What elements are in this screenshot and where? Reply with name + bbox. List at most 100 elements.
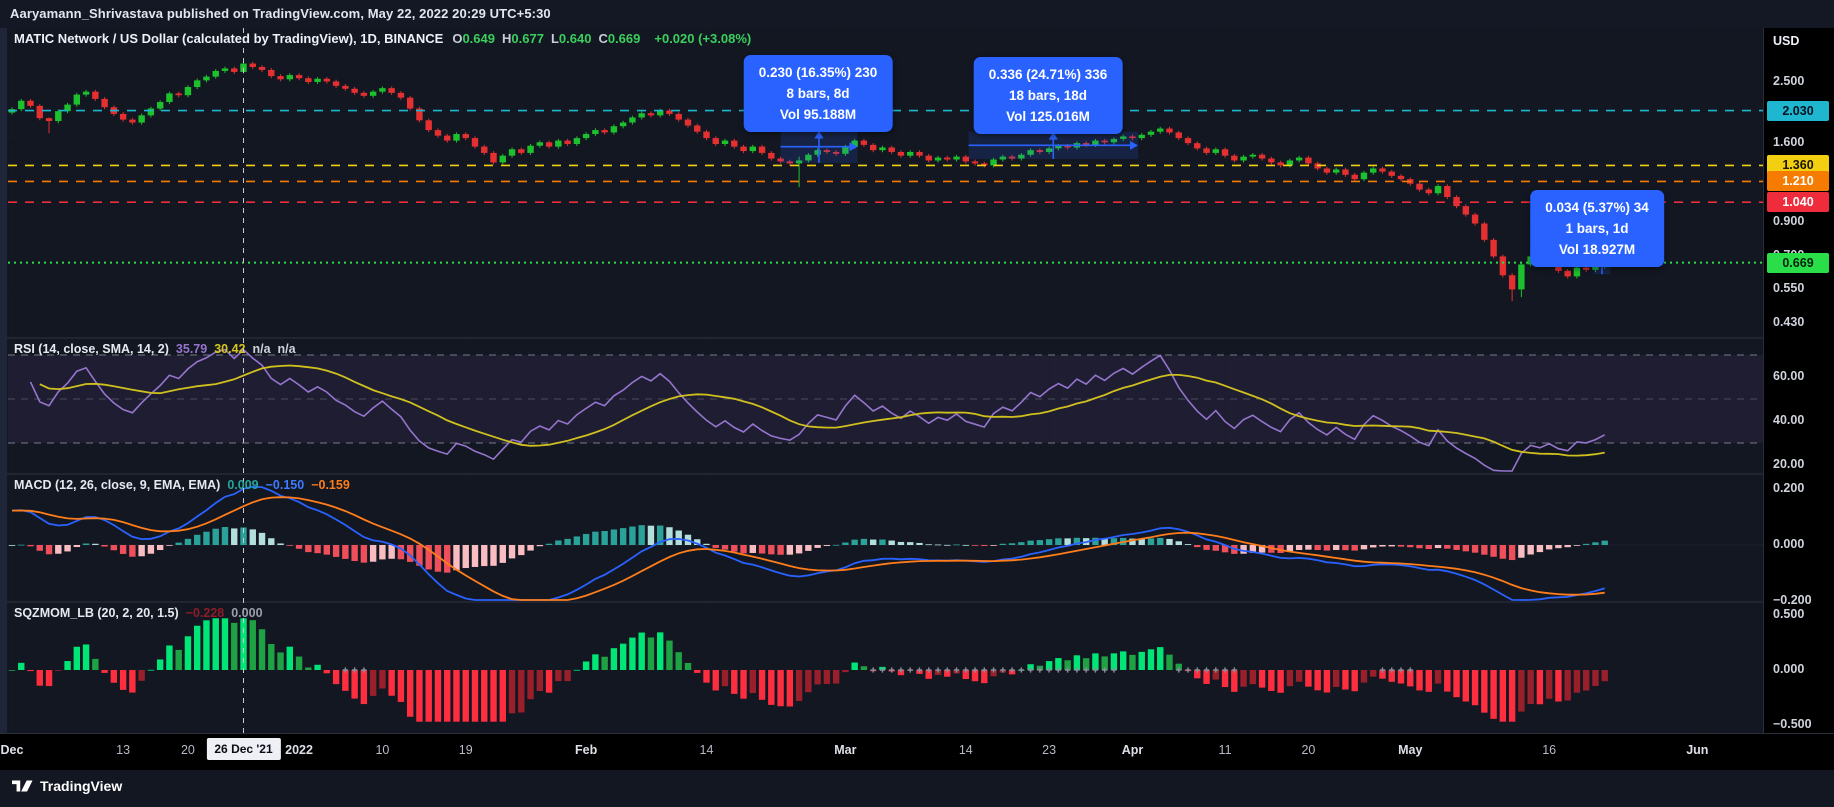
candle[interactable] [721, 140, 729, 145]
candle[interactable] [1147, 131, 1155, 135]
candle[interactable] [1175, 132, 1182, 139]
candle[interactable] [1295, 157, 1303, 161]
candle[interactable] [1518, 264, 1525, 290]
candle[interactable] [1166, 128, 1173, 133]
sqzmom-pane-title[interactable]: SQZMOM_LB (20, 2, 20, 1.5) −0.228 0.000 [14, 606, 263, 620]
candle[interactable] [694, 125, 701, 132]
candle[interactable] [731, 140, 738, 147]
candle[interactable] [481, 146, 488, 153]
candle[interactable] [1240, 156, 1247, 161]
candle[interactable] [1425, 189, 1432, 194]
candle[interactable] [1379, 168, 1386, 172]
candle[interactable] [1194, 143, 1201, 149]
candle[interactable] [175, 93, 182, 96]
candle[interactable] [536, 142, 544, 146]
candle[interactable] [518, 149, 525, 153]
candle[interactable] [925, 155, 932, 161]
candle[interactable] [147, 108, 155, 116]
candle[interactable] [55, 111, 62, 122]
candle[interactable] [194, 80, 201, 88]
candle[interactable] [592, 130, 599, 135]
candle[interactable] [1499, 256, 1507, 276]
candle[interactable] [1342, 169, 1349, 175]
candle[interactable] [1370, 168, 1377, 173]
candle[interactable] [907, 151, 914, 156]
candle[interactable] [258, 66, 266, 70]
candle[interactable] [1231, 155, 1238, 161]
symbol-title[interactable]: MATIC Network / US Dollar (calculated by… [14, 31, 443, 46]
symbol-title-row[interactable]: MATIC Network / US Dollar (calculated by… [14, 31, 751, 46]
candle[interactable] [277, 76, 284, 80]
candle[interactable] [1434, 186, 1442, 194]
candle[interactable] [249, 63, 256, 67]
candle[interactable] [268, 69, 275, 77]
candle[interactable] [119, 113, 127, 120]
candle[interactable] [712, 138, 719, 145]
candle[interactable] [286, 75, 293, 80]
candle[interactable] [295, 75, 303, 79]
candle[interactable] [388, 88, 395, 93]
candle[interactable] [1258, 154, 1266, 159]
candle[interactable] [1351, 174, 1358, 180]
candle[interactable] [1184, 138, 1192, 144]
candle[interactable] [582, 134, 590, 139]
chart-canvas[interactable] [0, 0, 1834, 807]
measure-tooltip[interactable]: 0.336 (24.71%) 336 18 bars, 18d Vol 125.01… [973, 57, 1123, 134]
candle[interactable] [332, 81, 340, 86]
candle[interactable] [916, 151, 923, 156]
candle[interactable] [1203, 148, 1210, 153]
candle[interactable] [610, 126, 618, 133]
candle[interactable] [684, 119, 692, 126]
candle[interactable] [1508, 275, 1516, 290]
candle[interactable] [879, 147, 886, 151]
candle[interactable] [434, 130, 442, 136]
candle[interactable] [647, 113, 655, 116]
candle[interactable] [18, 100, 25, 110]
candle[interactable] [962, 156, 969, 162]
tradingview-brand[interactable]: TradingView [12, 778, 122, 794]
candle[interactable] [360, 92, 368, 96]
candle[interactable] [490, 152, 497, 163]
candle[interactable] [82, 91, 90, 95]
candle[interactable] [1157, 128, 1164, 132]
candle[interactable] [758, 146, 766, 153]
macd-label[interactable]: MACD (12, 26, close, 9, EMA, EMA) [14, 478, 220, 492]
candle[interactable] [92, 91, 99, 99]
candle[interactable] [1416, 183, 1423, 190]
measure-tool[interactable] [780, 130, 858, 163]
candle[interactable] [1305, 157, 1312, 164]
candle[interactable] [1212, 149, 1219, 153]
candle[interactable] [166, 93, 173, 103]
candle[interactable] [953, 156, 960, 160]
measure-tooltip[interactable]: 0.230 (16.35%) 230 8 bars, 8d Vol 95.188M [743, 55, 893, 132]
candle[interactable] [101, 98, 108, 108]
candle[interactable] [1249, 154, 1257, 157]
candle[interactable] [740, 146, 747, 152]
candle[interactable] [323, 78, 331, 82]
candle[interactable] [73, 94, 81, 105]
candle[interactable] [545, 142, 553, 147]
measure-tooltip[interactable]: 0.034 (5.37%) 34 1 bars, 1d Vol 18.927M [1530, 190, 1664, 267]
candle[interactable] [45, 118, 53, 122]
candle[interactable] [397, 92, 405, 98]
candle[interactable] [638, 113, 645, 118]
candle[interactable] [305, 78, 312, 82]
candle[interactable] [425, 120, 432, 131]
candle[interactable] [1323, 168, 1331, 173]
candle[interactable] [1583, 267, 1590, 270]
candle[interactable] [1221, 149, 1229, 156]
candle[interactable] [1388, 171, 1395, 176]
candle[interactable] [860, 140, 868, 145]
candle[interactable] [675, 113, 682, 120]
candle[interactable] [471, 138, 479, 147]
candle[interactable] [703, 131, 710, 139]
candle[interactable] [342, 85, 349, 89]
candle[interactable] [1138, 134, 1145, 139]
candle[interactable] [1268, 158, 1275, 163]
candle[interactable] [36, 105, 43, 119]
candle[interactable] [1471, 214, 1479, 224]
candle[interactable] [1397, 175, 1405, 180]
candle[interactable] [138, 115, 145, 123]
measure-tool[interactable] [968, 131, 1139, 160]
candle[interactable] [1360, 172, 1368, 180]
